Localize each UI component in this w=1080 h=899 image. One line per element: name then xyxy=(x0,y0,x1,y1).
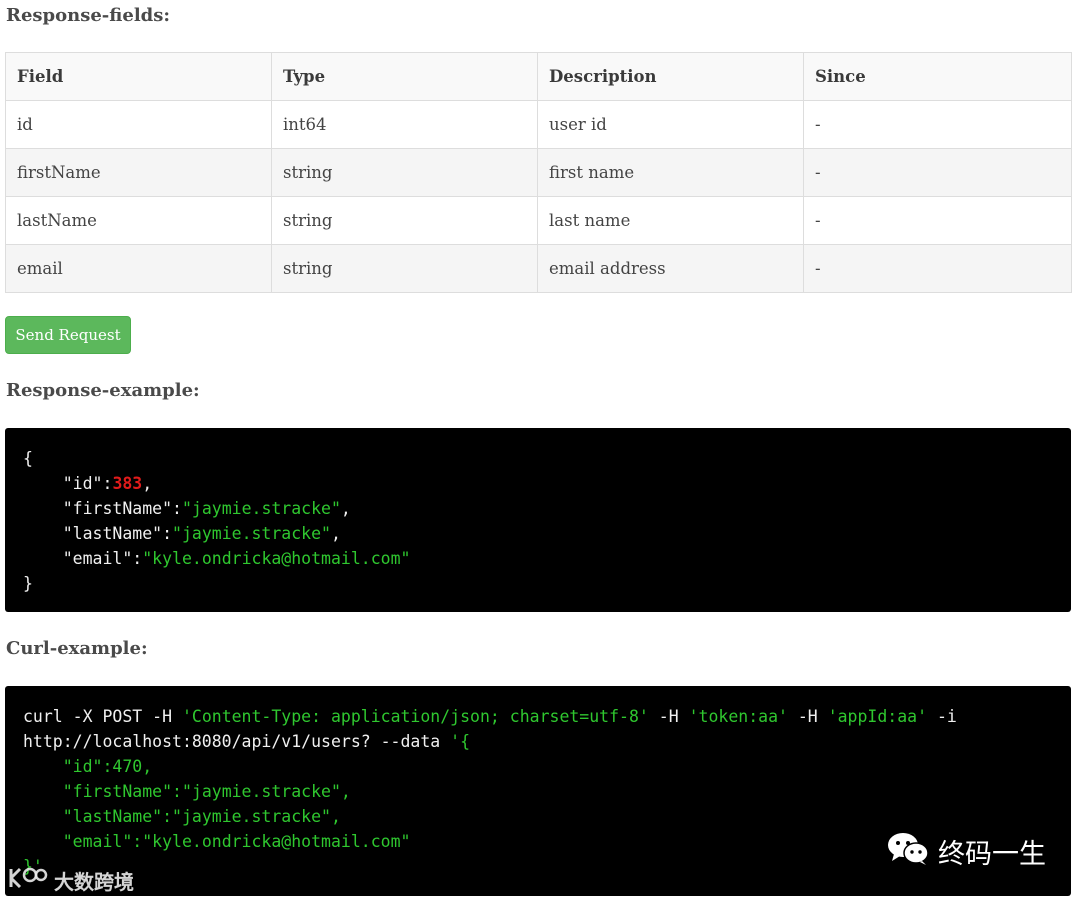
column-header-type: Type xyxy=(271,52,538,101)
response-fields-table: Field Type Description Since id int64 us… xyxy=(5,52,1072,293)
watermark-left-text: 大数跨境 xyxy=(54,870,134,894)
table-row: email string email address - xyxy=(5,244,1072,293)
json-value-id: 383 xyxy=(112,474,143,493)
cell-field: firstName xyxy=(5,148,272,197)
json-key-firstname: "firstName" xyxy=(62,499,173,518)
table-row: firstName string first name - xyxy=(5,148,1072,197)
json-value-firstname: "jaymie.stracke" xyxy=(181,499,341,518)
cell-since: - xyxy=(803,148,1072,197)
json-value-lastname: "jaymie.stracke" xyxy=(172,524,331,543)
table-row: id int64 user id - xyxy=(5,100,1072,149)
json-open-brace: { xyxy=(23,449,33,468)
watermark-left: 大数跨境 xyxy=(8,865,134,896)
send-request-button[interactable]: Send Request xyxy=(5,316,131,354)
watermark-right-text: 终码一生 xyxy=(938,839,1046,870)
curl-url: http://localhost:8080/api/v1/users? --da… xyxy=(23,732,451,751)
curl-flag-h: -H xyxy=(787,707,828,726)
wechat-icon xyxy=(886,830,930,873)
curl-content-type-header: 'Content-Type: application/json; charset… xyxy=(181,707,649,726)
curl-data-open: '{ xyxy=(450,732,471,751)
curl-command: curl -X POST -H xyxy=(23,707,182,726)
json-value-email: "kyle.ondricka@hotmail.com" xyxy=(142,549,411,568)
curl-appid-header: 'appId:aa' xyxy=(827,707,928,726)
cell-since: - xyxy=(803,196,1072,245)
column-header-description: Description xyxy=(537,52,804,101)
column-header-since: Since xyxy=(803,52,1072,101)
response-example-code-block: { "id":383, "firstName":"jaymie.stracke"… xyxy=(5,428,1071,612)
cell-description: first name xyxy=(537,148,804,197)
cell-field: email xyxy=(5,244,272,293)
cell-since: - xyxy=(803,244,1072,293)
curl-token-header: 'token:aa' xyxy=(688,707,788,726)
response-example-heading: Response-example: xyxy=(6,380,200,401)
column-header-field: Field xyxy=(5,52,272,101)
curl-flag-i: -i xyxy=(927,707,957,726)
cell-type: string xyxy=(271,148,538,197)
cell-field: lastName xyxy=(5,196,272,245)
cell-type: string xyxy=(271,196,538,245)
curl-flag-h: -H xyxy=(648,707,689,726)
json-key-id: "id" xyxy=(62,474,103,493)
cell-since: - xyxy=(803,100,1072,149)
json-key-lastname: "lastName" xyxy=(62,524,163,543)
watermark-logo-icon xyxy=(8,865,48,896)
cell-field: id xyxy=(5,100,272,149)
table-row: lastName string last name - xyxy=(5,196,1072,245)
curl-data-id: "id":470, xyxy=(62,757,153,776)
cell-type: int64 xyxy=(271,100,538,149)
watermark-right: 终码一生 xyxy=(886,830,1046,873)
json-key-email: "email" xyxy=(62,549,133,568)
curl-data-firstname: "firstName":"jaymie.stracke", xyxy=(62,782,351,801)
cell-type: string xyxy=(271,244,538,293)
cell-description: user id xyxy=(537,100,804,149)
json-close-brace: } xyxy=(23,574,33,593)
cell-description: email address xyxy=(537,244,804,293)
table-header-row: Field Type Description Since xyxy=(5,52,1072,101)
cell-description: last name xyxy=(537,196,804,245)
curl-data-email: "email":"kyle.ondricka@hotmail.com" xyxy=(62,832,411,851)
curl-example-heading: Curl-example: xyxy=(6,638,148,659)
curl-data-lastname: "lastName":"jaymie.stracke", xyxy=(62,807,341,826)
response-fields-heading: Response-fields: xyxy=(6,5,171,26)
